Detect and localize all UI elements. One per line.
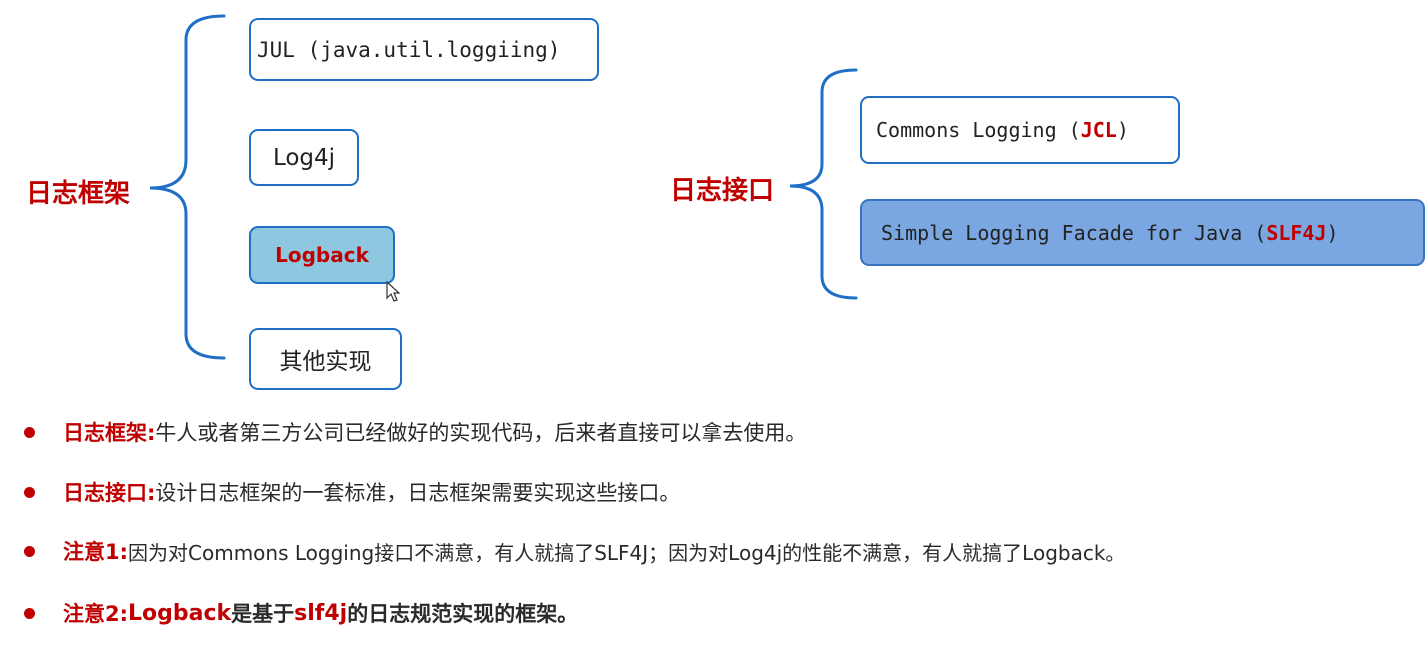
logback-term: Logback <box>128 600 232 626</box>
logback-box: Logback <box>249 226 395 284</box>
frameworks-label: 日志框架 <box>26 179 131 209</box>
bullet-interfaces: 日志接口: 设计日志框架的一套标准，日志框架需要实现这些接口。 <box>24 477 680 507</box>
jcl-prefix: Commons Logging ( <box>876 118 1081 142</box>
bullet-note1: 注意1: 因为对Commons Logging接口不满意，有人就搞了SLF4J；… <box>24 536 1125 566</box>
slf4j-box: Simple Logging Facade for Java (SLF4J) <box>860 199 1425 266</box>
jcl-abbr: JCL <box>1080 118 1117 142</box>
slf4j-suffix: ) <box>1326 220 1339 245</box>
mouse-pointer-icon <box>386 281 401 302</box>
frameworks-brace <box>149 14 226 360</box>
bullet-term: 日志接口: <box>63 481 156 505</box>
interfaces-label: 日志接口 <box>670 176 775 206</box>
note2-text-a: 是基于 <box>231 602 295 626</box>
logback-label: Logback <box>275 243 369 267</box>
slf4j-term: slf4j <box>294 600 348 626</box>
log4j-box: Log4j <box>249 129 359 186</box>
bullet-note2: 注意2: Logback 是基于 slf4j 的日志规范实现的框架。 <box>24 598 578 628</box>
bullet-term: 注意2: <box>63 602 129 626</box>
jcl-box: Commons Logging (JCL) <box>860 96 1180 164</box>
bullet-text: 因为对Commons Logging接口不满意，有人就搞了SLF4J；因为对Lo… <box>128 540 1126 565</box>
slf4j-abbr: SLF4J <box>1266 220 1327 245</box>
other-impl-box: 其他实现 <box>249 328 402 390</box>
bullet-dot <box>24 426 35 438</box>
jul-box: JUL (java.util.loggiing) <box>249 18 599 81</box>
note2-text-b: 的日志规范实现的框架。 <box>347 602 579 626</box>
other-impl-label: 其他实现 <box>279 349 372 375</box>
bullet-dot <box>24 607 35 619</box>
interfaces-brace <box>789 68 858 300</box>
bullet-text: 设计日志框架的一套标准，日志框架需要实现这些接口。 <box>155 481 681 505</box>
bullet-dot <box>24 545 35 557</box>
jul-label: JUL (java.util.loggiing) <box>257 37 561 62</box>
bullet-term: 注意1: <box>63 540 129 564</box>
log4j-label: Log4j <box>272 144 336 171</box>
slf4j-prefix: Simple Logging Facade for Java ( <box>881 220 1267 245</box>
bullet-term: 日志框架: <box>63 421 156 445</box>
jcl-suffix: ) <box>1116 118 1129 142</box>
bullet-text: 牛人或者第三方公司已经做好的实现代码，后来者直接可以拿去使用。 <box>155 421 807 445</box>
bullet-dot <box>24 486 35 498</box>
bullet-frameworks: 日志框架: 牛人或者第三方公司已经做好的实现代码，后来者直接可以拿去使用。 <box>24 417 806 447</box>
